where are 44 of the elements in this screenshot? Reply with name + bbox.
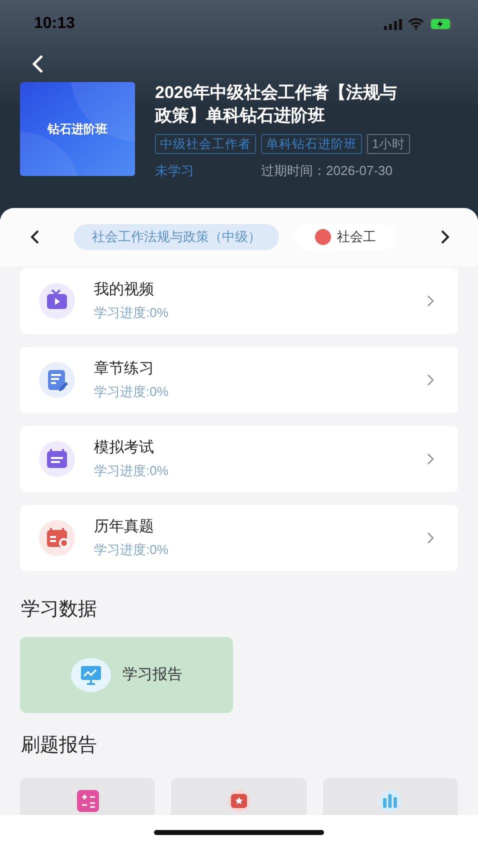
signal-icon: [384, 18, 402, 30]
report-tile[interactable]: [171, 778, 307, 815]
back-icon: [31, 54, 45, 74]
badge-icon: [315, 229, 331, 245]
course-tag: 中级社会工作者: [155, 134, 256, 154]
course-title: 2026年中级社会工作者【法规与政策】单科钻石进阶班: [155, 82, 398, 127]
subject-tab[interactable]: 社会工: [295, 224, 396, 250]
module-card[interactable]: 我的视频 学习进度:0%: [20, 268, 458, 334]
report-tile[interactable]: [20, 778, 156, 815]
calendar-clock-icon: [39, 520, 75, 556]
calendar-icon: [39, 441, 75, 477]
badge-icon: [228, 790, 250, 812]
report-tile[interactable]: [322, 778, 458, 815]
chevron-icon: [427, 295, 434, 307]
module-card[interactable]: 章节练习 学习进度:0%: [20, 347, 458, 413]
section-heading: 学习数据: [20, 598, 98, 622]
module-card[interactable]: 历年真题 学习进度:0%: [20, 505, 458, 571]
module-title: 章节练习: [94, 359, 155, 379]
bar-chart-icon: [379, 790, 402, 812]
course-tag: 单科钻石进阶班: [261, 134, 362, 154]
course-cover: 钻石进阶班: [20, 82, 135, 176]
wifi-icon: [408, 18, 424, 30]
module-subtitle: 学习进度:0%: [94, 541, 170, 559]
battery-icon: [430, 18, 454, 30]
chevron-icon: [427, 374, 434, 386]
module-title: 我的视频: [94, 280, 155, 300]
study-report-card[interactable]: 学习报告: [20, 637, 233, 713]
tv-icon: [39, 283, 75, 319]
chevron-icon: [427, 453, 434, 465]
expiry-date: 过期时间：2026-07-30: [261, 162, 392, 180]
notepad-icon: [39, 362, 75, 398]
module-card[interactable]: 模拟考试 学习进度:0%: [20, 426, 458, 492]
module-title: 历年真题: [94, 517, 155, 537]
module-subtitle: 学习进度:0%: [94, 304, 170, 322]
status-time: 10:13: [34, 14, 75, 34]
section-heading: 刷题报告: [20, 734, 98, 758]
module-subtitle: 学习进度:0%: [94, 383, 170, 401]
monitor-icon: [70, 658, 110, 692]
course-tag: 1小时: [367, 134, 410, 154]
module-subtitle: 学习进度:0%: [94, 462, 170, 480]
chevron-icon: [427, 532, 434, 544]
module-title: 模拟考试: [94, 438, 155, 458]
grid-icon: [76, 790, 99, 812]
study-status: 未学习: [155, 162, 195, 180]
